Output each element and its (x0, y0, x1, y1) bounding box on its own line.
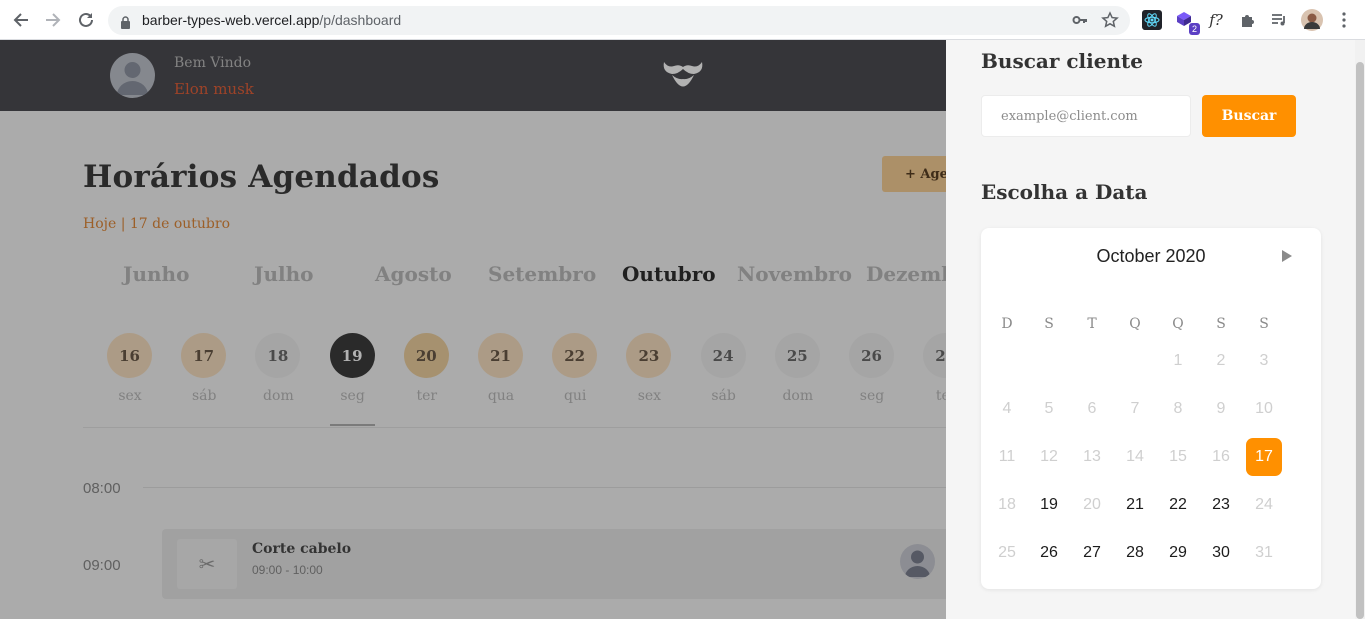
date-title: Escolha a Data (981, 180, 1148, 204)
back-icon[interactable] (9, 8, 33, 32)
fx-extension-icon[interactable]: f? (1204, 8, 1228, 32)
calendar-day: 16 (1212, 448, 1230, 465)
extension-badge: 2 (1188, 23, 1200, 35)
calendar-day[interactable]: 26 (1031, 534, 1067, 572)
calendar-day: 20 (1083, 496, 1101, 513)
weekday-header: D (1001, 316, 1013, 332)
next-month-icon[interactable] (1281, 248, 1295, 264)
weekday-header: Q (1129, 316, 1141, 332)
forward-icon[interactable] (41, 8, 65, 32)
calendar-day[interactable]: 22 (1160, 486, 1196, 524)
scrollbar-thumb[interactable] (1356, 62, 1364, 619)
calendar-day: 15 (1169, 448, 1187, 465)
calendar-day[interactable]: 30 (1203, 534, 1239, 572)
calendar-day: 5 (1044, 400, 1054, 417)
calendar-day: 12 (1040, 448, 1058, 465)
page-scrollbar[interactable] (1355, 40, 1365, 619)
calendar-day[interactable]: 27 (1074, 534, 1110, 572)
calendar-day: 3 (1259, 352, 1269, 369)
calendar-day: 10 (1255, 400, 1273, 417)
calendar-day: 9 (1216, 400, 1226, 417)
calendar-day: 6 (1087, 400, 1097, 417)
calendar-day: 25 (998, 544, 1016, 561)
calendar-day: 2 (1216, 352, 1226, 369)
puzzle-icon[interactable] (1236, 8, 1260, 32)
reload-icon[interactable] (74, 8, 98, 32)
weekday-header: S (1259, 316, 1269, 332)
calendar-day[interactable]: 28 (1117, 534, 1153, 572)
fx-label: f? (1209, 11, 1223, 29)
key-icon[interactable] (1072, 12, 1088, 32)
calendar-day: 11 (998, 448, 1016, 465)
lock-icon (120, 14, 131, 33)
profile-avatar[interactable] (1300, 8, 1324, 32)
browser-toolbar: barber-types-web.vercel.app/p/dashboard … (0, 0, 1365, 40)
calendar-day[interactable]: 19 (1031, 486, 1067, 524)
extension-cube-icon[interactable]: 2 (1172, 8, 1200, 35)
url-text: barber-types-web.vercel.app/p/dashboard (142, 12, 402, 28)
calendar-caption: October 2020 (1096, 246, 1206, 266)
calendar-day: 4 (1002, 400, 1012, 417)
weekday-header: S (1216, 316, 1226, 332)
calendar-day: 24 (1255, 496, 1273, 513)
search-button[interactable]: Buscar (1202, 95, 1296, 137)
calendar-day: 7 (1130, 400, 1140, 417)
weekday-header: T (1087, 316, 1097, 332)
weekday-header: Q (1172, 316, 1184, 332)
calendar-day: 1 (1173, 352, 1183, 369)
calendar-day-today[interactable]: 17 (1246, 438, 1282, 476)
calendar-day[interactable]: 21 (1117, 486, 1153, 524)
kebab-menu-icon[interactable] (1332, 8, 1356, 32)
calendar-day[interactable]: 23 (1203, 486, 1239, 524)
dashboard: Bem Vindo Elon musk Horários Agendados H… (0, 40, 946, 619)
weekday-header: S (1044, 316, 1054, 332)
calendar-day: 8 (1173, 400, 1183, 417)
date-picker: October 2020 D S T Q Q S S 1 2 3 4 5 6 7 8 9 10 11 12 13 14 1… (981, 228, 1321, 589)
address-bar[interactable]: barber-types-web.vercel.app/p/dashboard (108, 6, 1130, 35)
react-devtools-icon[interactable] (1140, 8, 1164, 32)
bookmark-star-icon[interactable] (1101, 11, 1119, 33)
calendar-day: 14 (1126, 448, 1144, 465)
search-title: Buscar cliente (981, 49, 1143, 73)
modal-backdrop[interactable] (0, 40, 946, 619)
client-search-input[interactable] (981, 95, 1191, 137)
calendar-day[interactable]: 29 (1160, 534, 1196, 572)
calendar-day: 31 (1255, 544, 1273, 561)
calendar-day: 18 (998, 496, 1016, 513)
media-queue-icon[interactable] (1267, 8, 1291, 32)
side-panel: Buscar cliente Buscar Escolha a Data Oct… (946, 40, 1355, 619)
calendar-day: 13 (1083, 448, 1101, 465)
